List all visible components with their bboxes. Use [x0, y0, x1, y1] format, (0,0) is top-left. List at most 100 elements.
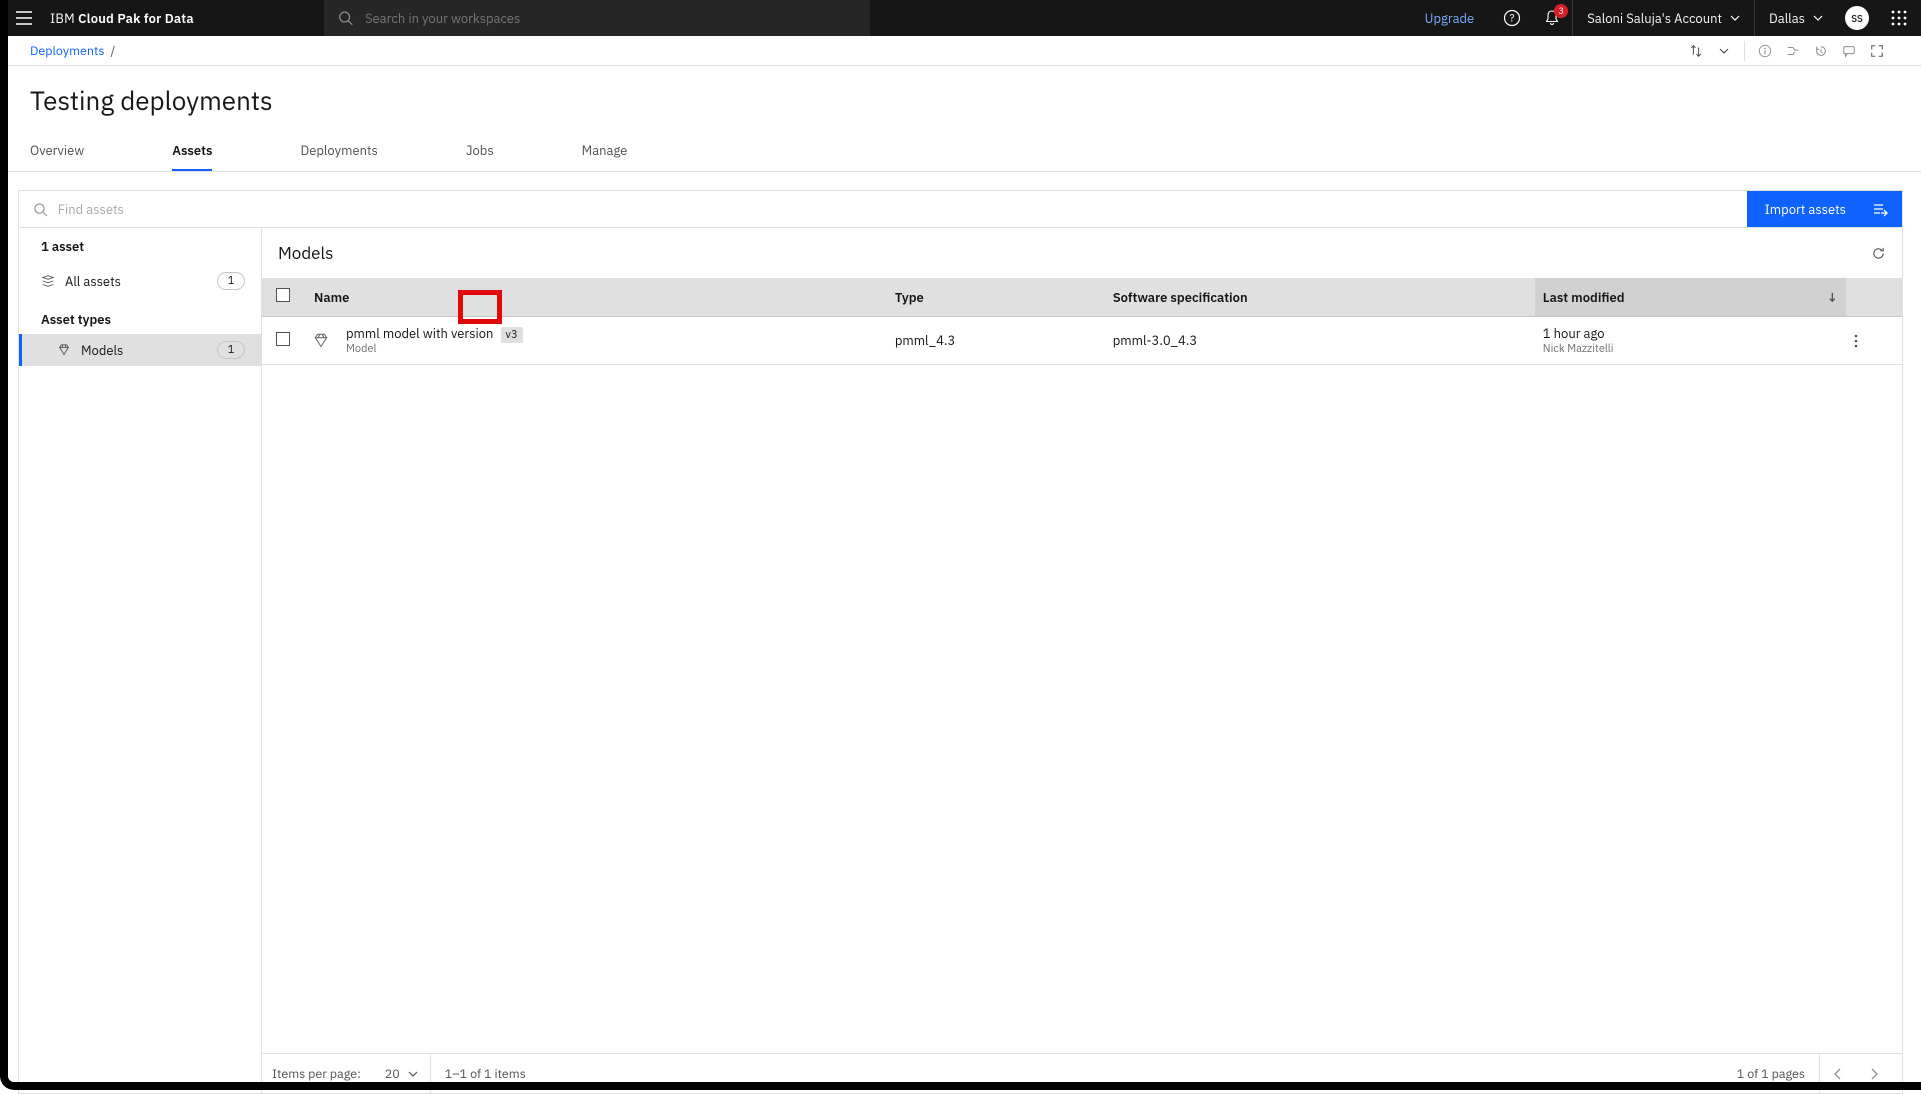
search-icon	[33, 202, 48, 217]
models-title: Models	[278, 242, 333, 264]
refresh-icon[interactable]	[1871, 246, 1886, 261]
sidebar-item-label: Models	[81, 342, 123, 359]
region-label: Dallas	[1769, 10, 1805, 27]
upgrade-link[interactable]: Upgrade	[1407, 10, 1493, 27]
stack-icon	[41, 274, 55, 288]
version-tag: v3	[501, 327, 523, 343]
models-table: Name Type Software specification Last mo…	[262, 278, 1902, 365]
model-icon-cell	[304, 317, 338, 365]
notifications-icon[interactable]: 3	[1532, 0, 1572, 36]
chevron-down-icon	[408, 1071, 418, 1077]
cell-last-modified: 1 hour ago Nick Mazzitelli	[1535, 317, 1846, 365]
sidebar-item-label: All assets	[65, 273, 121, 290]
cell-type: pmml_4.3	[887, 317, 1105, 365]
col-software-spec[interactable]: Software specification	[1105, 278, 1535, 317]
row-checkbox-cell[interactable]	[262, 317, 304, 365]
items-per-page-select[interactable]: 20	[373, 1054, 431, 1093]
diamond-icon	[57, 343, 71, 357]
search-icon	[338, 10, 353, 26]
sidebar-all-assets[interactable]: All assets 1	[19, 265, 261, 297]
pagination: Items per page: 20 1–1 of 1 items 1 of 1…	[262, 1053, 1902, 1093]
header-right: Upgrade ? 3 Saloni Saluja's Account Dall…	[1407, 0, 1921, 36]
breadcrumb-bar: Deployments /	[0, 36, 1921, 66]
tab-deployments[interactable]: Deployments	[300, 132, 377, 171]
table-empty-space	[262, 365, 1902, 1053]
help-icon[interactable]: ?	[1492, 0, 1532, 36]
avatar[interactable]: SS	[1837, 0, 1877, 36]
col-name[interactable]: Name	[304, 278, 887, 317]
content-body: 1 asset All assets 1 Asset types Models …	[18, 228, 1903, 1094]
sidebar-item-count: 1	[217, 341, 245, 359]
brand-prefix: IBM	[50, 10, 78, 27]
info-icon[interactable]	[1751, 37, 1779, 65]
cell-software-spec: pmml-3.0_4.3	[1105, 317, 1535, 365]
col-checkbox[interactable]	[262, 278, 304, 317]
subbar-actions	[1682, 37, 1891, 65]
col-type[interactable]: Type	[887, 278, 1105, 317]
modified-time: 1 hour ago	[1543, 325, 1838, 342]
import-assets-button[interactable]: Import assets	[1747, 191, 1902, 227]
checkbox[interactable]	[276, 332, 290, 346]
next-page-button[interactable]	[1856, 1054, 1892, 1093]
table-row[interactable]: pmml model with version v3 Model pmml_4.…	[262, 317, 1902, 365]
prev-page-button[interactable]	[1820, 1054, 1856, 1093]
sidebar-item-models[interactable]: Models 1	[19, 334, 261, 366]
page-indicator: 1 of 1 pages	[1723, 1054, 1820, 1093]
chevron-down-icon	[1813, 15, 1823, 21]
subbar-separator	[1744, 41, 1745, 61]
breadcrumb-separator: /	[104, 43, 121, 59]
models-main: Models Name Type Software specification …	[262, 228, 1902, 1093]
avatar-initials: SS	[1845, 6, 1869, 30]
region-dropdown[interactable]: Dallas	[1754, 0, 1837, 36]
tab-jobs[interactable]: Jobs	[466, 132, 494, 171]
page-title: Testing deployments	[0, 66, 1921, 132]
notification-badge: 3	[1554, 4, 1568, 18]
model-subtype: Model	[346, 342, 879, 356]
tab-assets[interactable]: Assets	[172, 132, 212, 171]
chevron-down-icon[interactable]	[1710, 37, 1738, 65]
pagination-right: 1 of 1 pages	[1723, 1054, 1892, 1093]
account-label: Saloni Saluja's Account	[1587, 10, 1722, 27]
col-actions	[1846, 278, 1902, 317]
chevron-down-icon	[1730, 15, 1740, 21]
items-per-page-value: 20	[385, 1066, 400, 1082]
col-last-modified[interactable]: Last modified ↓	[1535, 278, 1846, 317]
find-assets-input[interactable]	[58, 201, 1733, 218]
account-dropdown[interactable]: Saloni Saluja's Account	[1572, 0, 1754, 36]
flow-icon[interactable]	[1779, 37, 1807, 65]
find-assets-wrap[interactable]	[19, 191, 1747, 227]
sidebar-item-count: 1	[217, 272, 245, 290]
overflow-menu-icon	[1854, 334, 1858, 348]
row-actions[interactable]	[1846, 317, 1902, 365]
tab-manage[interactable]: Manage	[582, 132, 628, 171]
asset-count-heading: 1 asset	[19, 228, 261, 265]
sort-down-icon: ↓	[1827, 289, 1838, 306]
items-range: 1–1 of 1 items	[431, 1066, 540, 1082]
apps-grid-icon[interactable]	[1877, 0, 1921, 36]
assets-sidebar: 1 asset All assets 1 Asset types Models …	[19, 228, 262, 1093]
cell-name[interactable]: pmml model with version v3 Model	[338, 317, 887, 365]
top-header: IBM Cloud Pak for Data Upgrade ? 3 Salon…	[0, 0, 1921, 36]
global-search[interactable]	[324, 0, 870, 36]
asset-types-heading: Asset types	[19, 297, 261, 334]
hamburger-icon[interactable]	[8, 11, 40, 25]
breadcrumb-item[interactable]: Deployments	[30, 43, 104, 59]
modified-by: Nick Mazzitelli	[1543, 342, 1838, 356]
svg-text:?: ?	[1510, 12, 1515, 25]
chat-icon[interactable]	[1835, 37, 1863, 65]
models-header: Models	[262, 228, 1902, 278]
items-per-page-label: Items per page:	[272, 1066, 373, 1082]
brand-bold: Cloud Pak for Data	[78, 10, 194, 27]
assets-toolbar: Import assets	[18, 190, 1903, 228]
checkbox-all[interactable]	[276, 288, 290, 302]
diamond-icon	[312, 332, 330, 350]
global-search-input[interactable]	[365, 10, 856, 27]
col-last-modified-label: Last modified	[1543, 289, 1625, 306]
brand-title: IBM Cloud Pak for Data	[40, 10, 204, 27]
fullscreen-icon[interactable]	[1863, 37, 1891, 65]
history-icon[interactable]	[1807, 37, 1835, 65]
tab-overview[interactable]: Overview	[30, 132, 84, 171]
tabs: Overview Assets Deployments Jobs Manage	[0, 132, 1921, 172]
sort-icon[interactable]	[1682, 37, 1710, 65]
import-icon	[1872, 201, 1888, 217]
